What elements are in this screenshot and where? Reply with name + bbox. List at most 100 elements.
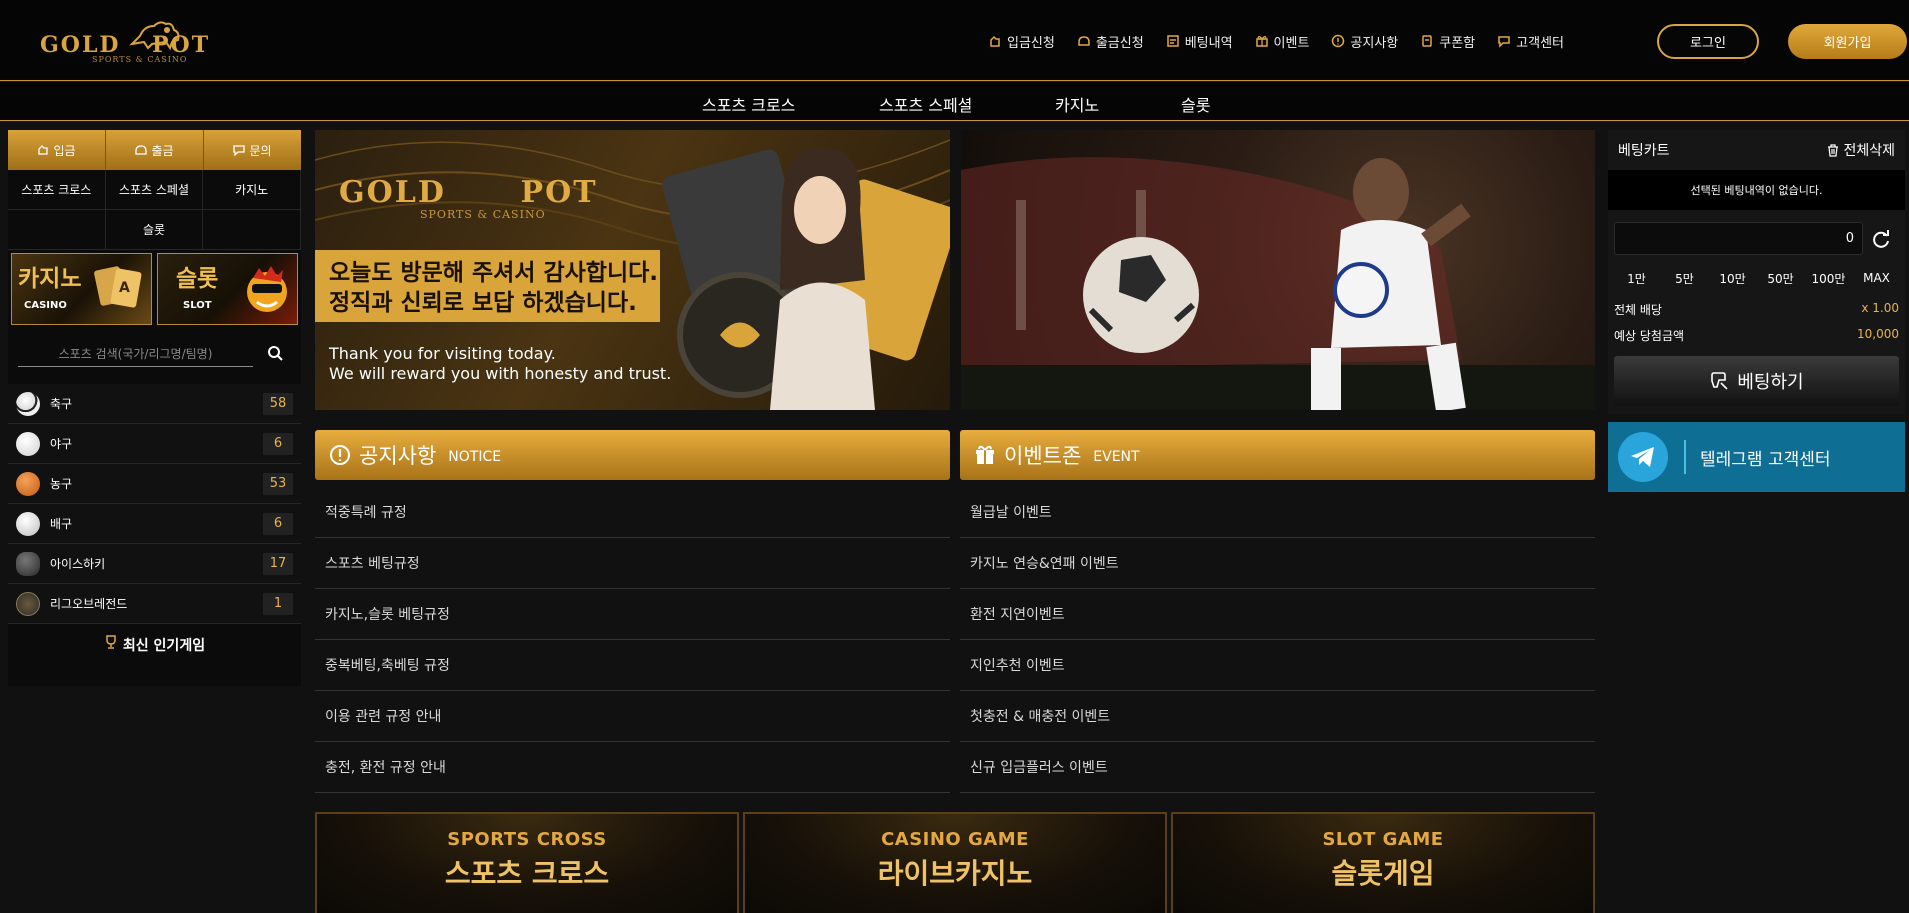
event-item[interactable]: 환전 지연이벤트 xyxy=(960,589,1595,640)
event-item[interactable]: 신규 입금플러스 이벤트 xyxy=(960,742,1595,793)
slot-mascot-icon xyxy=(247,266,287,312)
sidebar-category-sports-cross[interactable]: 스포츠 크로스 xyxy=(8,170,106,210)
quick-actions: 입금 출금 문의 xyxy=(8,130,301,170)
quick-withdraw-label: 출금 xyxy=(151,143,174,158)
chip-max-button[interactable]: MAX xyxy=(1854,264,1899,292)
total-odds-row: 전체 배당 x 1.00 xyxy=(1614,301,1899,318)
quick-withdraw-button[interactable]: 출금 xyxy=(106,130,204,170)
bet-amount-input[interactable] xyxy=(1614,222,1863,255)
total-odds-value: x 1.00 xyxy=(1861,301,1899,315)
nav-event[interactable]: 이벤트 xyxy=(1255,30,1309,52)
quick-deposit-button[interactable]: 입금 xyxy=(8,130,106,170)
subnav-slot[interactable]: 슬롯 xyxy=(1181,92,1210,116)
banner-logo-left: GOLD xyxy=(339,175,446,210)
sport-count: 58 xyxy=(263,392,293,415)
chip-500k-button[interactable]: 50만 xyxy=(1758,264,1803,292)
nav-coupon-label: 쿠폰함 xyxy=(1439,35,1476,51)
sport-row-lol[interactable]: 리그오브레전드 1 xyxy=(8,584,301,624)
sidebar-category-sports-special[interactable]: 스포츠 스페셜 xyxy=(105,170,204,210)
place-bet-button[interactable]: 베팅하기 xyxy=(1614,356,1899,406)
join-button[interactable]: 회원가입 xyxy=(1788,24,1907,59)
left-sidebar: 입금 출금 문의 스포츠 크로스 스포츠 스페셜 카지노 슬롯 카지노 CASI… xyxy=(8,130,301,686)
game-card-en: SLOT GAME xyxy=(1322,829,1444,850)
nav-withdraw[interactable]: 출금신청 xyxy=(1077,30,1144,52)
nav-support-label: 고객센터 xyxy=(1516,35,1564,51)
sports-banner[interactable] xyxy=(961,130,1595,410)
slot-promo-tile[interactable]: 슬롯 SLOT xyxy=(157,253,298,325)
sport-name: 농구 xyxy=(50,477,73,491)
sidebar-category-grid: 스포츠 크로스 스포츠 스페셜 카지노 슬롯 xyxy=(8,170,301,250)
event-item[interactable]: 첫충전 & 매충전 이벤트 xyxy=(960,691,1595,742)
chip-10k-button[interactable]: 1만 xyxy=(1614,264,1659,292)
search-icon[interactable] xyxy=(267,345,283,361)
refresh-icon[interactable] xyxy=(1871,229,1891,249)
chip-100k-button[interactable]: 10만 xyxy=(1710,264,1755,292)
login-button[interactable]: 로그인 xyxy=(1657,24,1759,59)
nav-notice-label: 공지사항 xyxy=(1350,35,1399,51)
chat-icon xyxy=(1498,36,1510,48)
sports-search-input[interactable] xyxy=(18,341,253,367)
bet-hand-icon xyxy=(1711,372,1728,390)
bet-cart-body: 1만 5만 10만 50만 100만 MAX 전체 배당 x 1.00 예상 당… xyxy=(1608,210,1905,414)
nav-notice[interactable]: 공지사항 xyxy=(1331,30,1398,52)
notice-item[interactable]: 중복베팅,축베팅 규정 xyxy=(315,640,950,691)
notice-icon xyxy=(330,445,350,465)
nav-deposit-label: 입금신청 xyxy=(1007,35,1055,51)
subnav-casino[interactable]: 카지노 xyxy=(1055,92,1099,116)
sport-name: 야구 xyxy=(50,437,73,451)
notice-title-en: NOTICE xyxy=(448,449,502,465)
casino-game-card[interactable]: CASINO GAME 라이브카지노 xyxy=(743,812,1167,913)
nav-coupon[interactable]: 쿠폰함 xyxy=(1420,30,1475,52)
notice-item[interactable]: 스포츠 베팅규정 xyxy=(315,538,950,589)
casino-promo-tile[interactable]: 카지노 CASINO A xyxy=(11,253,152,325)
chip-1m-button[interactable]: 100만 xyxy=(1806,264,1851,292)
chat-icon xyxy=(233,145,246,156)
casino-promo-en: CASINO xyxy=(24,300,67,311)
quick-inquiry-button[interactable]: 문의 xyxy=(204,130,301,170)
sport-row-soccer[interactable]: 축구 58 xyxy=(8,384,301,424)
sport-row-baseball[interactable]: 야구 6 xyxy=(8,424,301,464)
sport-count: 6 xyxy=(263,512,293,535)
banner-logo-text: GOLD POT xyxy=(339,175,598,210)
sport-count: 53 xyxy=(263,472,293,495)
notice-list: 적중특례 규정 스포츠 베팅규정 카지노,슬롯 베팅규정 중복베팅,축베팅 규정… xyxy=(315,487,950,793)
telegram-support-banner[interactable]: 텔레그램 고객센터 xyxy=(1608,422,1905,492)
sidebar-category-slot[interactable]: 슬롯 xyxy=(105,210,204,250)
event-item[interactable]: 월급날 이벤트 xyxy=(960,487,1595,538)
sports-cross-card[interactable]: SPORTS CROSS 스포츠 크로스 xyxy=(315,812,739,913)
sport-row-basketball[interactable]: 농구 53 xyxy=(8,464,301,504)
event-item[interactable]: 카지노 연승&연패 이벤트 xyxy=(960,538,1595,589)
chip-50k-button[interactable]: 5만 xyxy=(1662,264,1707,292)
banner-en-line-1: Thank you for visiting today. xyxy=(329,344,556,363)
welcome-banner[interactable]: GOLD POT SPORTS & CASINO 오늘도 방문해 주셔서 감사합… xyxy=(315,130,950,410)
event-item[interactable]: 지인추천 이벤트 xyxy=(960,640,1595,691)
subnav-sports-special[interactable]: 스포츠 스페셜 xyxy=(879,92,972,116)
notice-header[interactable]: 공지사항 NOTICE xyxy=(315,430,950,480)
banner-model-illustration xyxy=(662,147,950,410)
notice-item[interactable]: 적중특례 규정 xyxy=(315,487,950,538)
game-card-kr: 라이브카지노 xyxy=(877,857,1033,890)
nav-support[interactable]: 고객센터 xyxy=(1497,30,1564,52)
place-bet-label: 베팅하기 xyxy=(1737,372,1804,393)
notice-item[interactable]: 이용 관련 규정 안내 xyxy=(315,691,950,742)
expected-win-value: 10,000 xyxy=(1857,327,1899,341)
notice-item[interactable]: 충전, 환전 규정 안내 xyxy=(315,742,950,793)
sidebar-category-casino[interactable]: 카지노 xyxy=(203,170,301,210)
popular-games-link[interactable]: 최신 인기게임 xyxy=(8,624,301,686)
expected-win-label: 예상 당첨금액 xyxy=(1614,329,1685,343)
sports-list: 축구 58 야구 6 농구 53 배구 6 아이스하키 17 리그오브레전드 1 xyxy=(8,384,301,624)
subnav-sports-cross[interactable]: 스포츠 크로스 xyxy=(702,92,795,116)
withdraw-icon xyxy=(135,145,148,155)
sport-row-volleyball[interactable]: 배구 6 xyxy=(8,504,301,544)
event-list: 월급날 이벤트 카지노 연승&연패 이벤트 환전 지연이벤트 지인추천 이벤트 … xyxy=(960,487,1595,793)
slot-game-card[interactable]: SLOT GAME 슬롯게임 xyxy=(1171,812,1595,913)
site-logo[interactable]: GOLD POT SPORTS & CASINO xyxy=(40,18,225,64)
nav-bet-history[interactable]: 베팅내역 xyxy=(1166,30,1233,52)
sport-count: 17 xyxy=(263,552,293,575)
notice-item[interactable]: 카지노,슬롯 베팅규정 xyxy=(315,589,950,640)
total-odds-label: 전체 배당 xyxy=(1614,303,1662,317)
nav-deposit[interactable]: 입금신청 xyxy=(988,30,1055,52)
delete-all-button[interactable]: 전체삭제 xyxy=(1827,140,1895,160)
sport-row-icehockey[interactable]: 아이스하키 17 xyxy=(8,544,301,584)
event-header[interactable]: 이벤트존 EVENT xyxy=(960,430,1595,480)
